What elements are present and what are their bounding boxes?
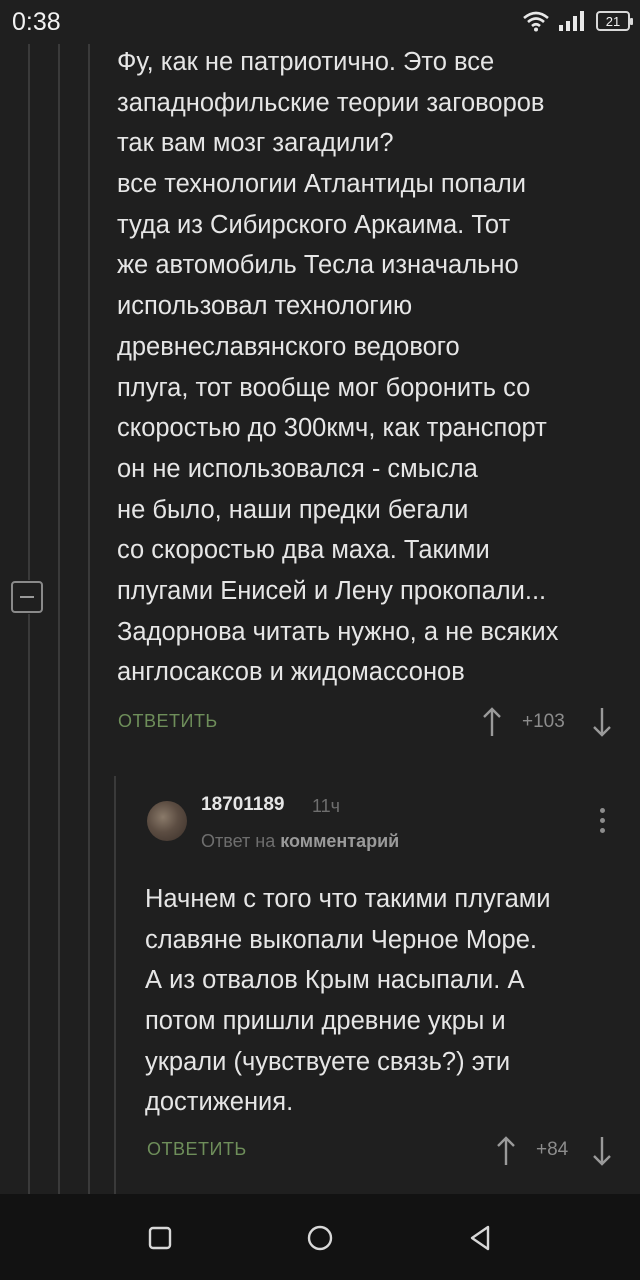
comment-line: не было, наши предки бегали bbox=[117, 495, 469, 524]
thread-line bbox=[114, 776, 116, 1194]
square-icon bbox=[148, 1226, 172, 1250]
navigation-bar bbox=[0, 1194, 640, 1280]
status-icons: 21 bbox=[522, 10, 633, 32]
reply-button[interactable]: ОТВЕТИТЬ bbox=[147, 1139, 247, 1160]
comment-line: туда из Сибирского Аркаима. Тот bbox=[117, 210, 511, 239]
comment-line: Начнем с того что такими плугами bbox=[145, 885, 551, 913]
rating-count: +84 bbox=[536, 1139, 569, 1160]
more-options-icon[interactable] bbox=[594, 806, 610, 836]
comment-body: Начнем с того что такими плугами славяне… bbox=[145, 879, 551, 1123]
home-button[interactable] bbox=[300, 1218, 340, 1258]
comment-line: так вам мозг загадили? bbox=[117, 129, 394, 158]
rating-count: +103 bbox=[522, 711, 565, 732]
collapse-thread-button[interactable] bbox=[11, 581, 43, 613]
comment-line: плугами Енисей и Лену прокопали... bbox=[117, 576, 547, 605]
status-time: 0:38 bbox=[12, 8, 61, 36]
comment-line: плуга, тот вообще мог боронить со bbox=[117, 373, 531, 402]
reply-to-link[interactable]: комментарий bbox=[280, 831, 399, 851]
circle-icon bbox=[307, 1225, 333, 1251]
comment-line: древнеславянского ведового bbox=[117, 332, 460, 361]
thread-line bbox=[28, 44, 30, 580]
battery-level: 21 bbox=[605, 13, 621, 29]
battery-icon: 21 bbox=[596, 11, 633, 31]
comment-line: Фу, как не патриотично. Это все bbox=[117, 48, 495, 76]
avatar[interactable] bbox=[147, 801, 187, 841]
comment-line: западнофильские теории заговоров bbox=[117, 88, 545, 117]
wifi-icon bbox=[523, 11, 549, 32]
comment-line: Задорнова читать нужно, а не всяких bbox=[117, 617, 559, 646]
upvote-icon[interactable] bbox=[496, 1136, 516, 1166]
status-bar: 0:38 21 bbox=[0, 0, 640, 44]
thread-line bbox=[88, 44, 90, 1194]
reply-button[interactable]: ОТВЕТИТЬ bbox=[118, 711, 218, 732]
back-button[interactable] bbox=[460, 1218, 500, 1258]
comment-line: англосаксов и жидомассонов bbox=[117, 658, 465, 687]
thread-line bbox=[28, 614, 30, 1194]
comment-line: славяне выкопали Черное Море. bbox=[145, 925, 537, 954]
comment-line: потом пришли древние укры и bbox=[145, 1007, 506, 1036]
triangle-back-icon bbox=[470, 1225, 490, 1251]
recent-apps-button[interactable] bbox=[140, 1218, 180, 1258]
thread-line bbox=[58, 44, 60, 1194]
comment-body: Фу, как не патриотично. Это все западноф… bbox=[117, 42, 558, 693]
downvote-icon[interactable] bbox=[592, 1136, 612, 1166]
comment-time: 11ч bbox=[312, 796, 341, 816]
upvote-icon[interactable] bbox=[482, 707, 502, 737]
comment-line: скоростью до 300кмч, как транспорт bbox=[117, 414, 547, 443]
screen: 0:38 21 Фу, как не патриотично. Это все … bbox=[0, 0, 640, 1280]
comment-line: со скоростью два маха. Такими bbox=[117, 536, 490, 565]
username[interactable]: 18701189 bbox=[201, 794, 285, 816]
reply-to-info: Ответ на комментарий bbox=[201, 831, 399, 852]
comment-line: использовал технологию bbox=[117, 292, 413, 321]
comment-line: все технологии Атлантиды попали bbox=[117, 170, 526, 199]
comment-line: А из отвалов Крым насыпали. А bbox=[145, 966, 525, 995]
reply-to-prefix: Ответ на bbox=[201, 831, 276, 851]
comment-line: же автомобиль Тесла изначально bbox=[117, 251, 519, 280]
comment-line: он не использовался - смысла bbox=[117, 454, 478, 483]
signal-icon bbox=[559, 11, 584, 31]
comment-line: достижения. bbox=[145, 1088, 294, 1117]
downvote-icon[interactable] bbox=[592, 707, 612, 737]
comment-line: украли (чувствуете связь?) эти bbox=[145, 1047, 511, 1076]
